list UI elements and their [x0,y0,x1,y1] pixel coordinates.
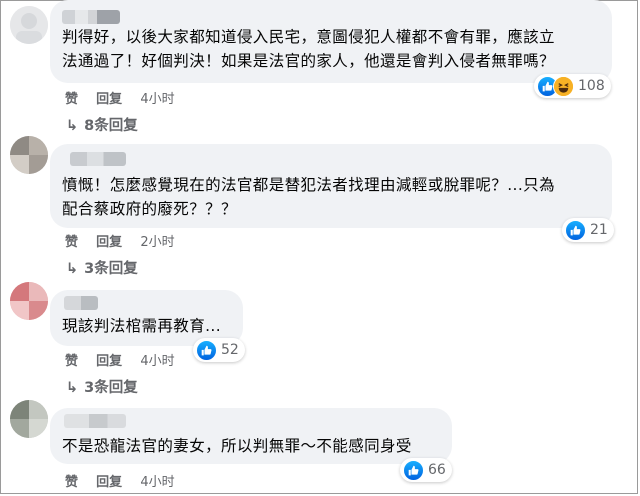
reaction-summary[interactable]: 52 [193,338,245,362]
reply-arrow-icon: ↳ [66,118,79,134]
comment-bubble: 不是恐龍法官的妻女，所以判無罪～不能感同身受 [50,408,452,464]
view-replies-link[interactable]: ↳ 8条回复 [66,114,138,135]
reaction-summary[interactable]: 21 [562,218,614,242]
like-icon [565,219,586,241]
reply-arrow-icon: ↳ [66,261,79,277]
blurred-avatar-image [10,282,48,320]
commenter-name-blurred[interactable] [64,296,98,310]
view-replies-link[interactable]: ↳ 3条回复 [66,376,138,397]
avatar[interactable] [10,136,48,174]
reply-button[interactable]: 回复 [96,354,122,369]
blurred-avatar-image [10,136,48,174]
haha-icon [553,75,574,97]
avatar[interactable] [10,6,48,44]
timestamp[interactable]: 4小时 [140,475,174,490]
comment-actions: 赞 回复 2小时 [65,231,175,250]
reaction-summary[interactable]: 108 [534,74,611,98]
reply-button[interactable]: 回复 [96,235,122,250]
replies-count-label: 8条回复 [84,118,138,134]
like-button[interactable]: 赞 [65,92,78,107]
comment-text-line: 判得好，以後大家都知道侵入民宅，意圖侵犯人權都不會有罪，應該立 [62,28,555,46]
reaction-count: 66 [428,462,446,478]
view-replies-link[interactable]: ↳ 3条回复 [66,257,138,278]
timestamp[interactable]: 4小时 [140,354,174,369]
avatar[interactable] [10,282,48,320]
comment-text-line: 憤慨！怎麼感覺現在的法官都是替犯法者找理由減輕或脫罪呢？...只為 [62,176,555,194]
reply-button[interactable]: 回复 [96,475,122,490]
reaction-count: 21 [590,222,608,238]
comment-text-line: 不是恐龍法官的妻女，所以判無罪～不能感同身受 [62,437,412,455]
reply-arrow-icon: ↳ [66,380,79,396]
like-button[interactable]: 赞 [65,354,78,369]
comment-bubble: 憤慨！怎麼感覺現在的法官都是替犯法者找理由減輕或脫罪呢？...只為 配合蔡政府的… [50,144,612,228]
like-button[interactable]: 赞 [65,235,78,250]
commenter-name-blurred[interactable] [70,152,126,166]
timestamp[interactable]: 2小时 [140,235,174,250]
reaction-count: 108 [578,78,605,94]
comment-text-line: 配合蔡政府的廢死？？？ [62,200,237,218]
reaction-summary[interactable]: 66 [400,458,452,482]
comment-bubble: 判得好，以後大家都知道侵入民宅，意圖侵犯人權都不會有罪，應該立 法通過了！好個判… [50,0,612,83]
like-icon [196,339,217,361]
reaction-count: 52 [221,342,239,358]
commenter-name-blurred[interactable] [64,414,126,428]
blurred-avatar-image [10,6,48,44]
comment-actions: 赞 回复 4小时 [65,88,175,107]
comment-text-line: 現該判法棺需再教育... [62,317,222,335]
avatar[interactable] [10,400,48,438]
like-button[interactable]: 赞 [65,475,78,490]
replies-count-label: 3条回复 [84,380,138,396]
commenter-name-blurred[interactable] [62,10,120,24]
blurred-avatar-image [10,400,48,438]
comment-text-line: 法通過了！好個判決！如果是法官的家人，他還是會判入侵者無罪嗎？ [62,52,555,70]
comment-actions: 赞 回复 4小时 [65,471,175,490]
replies-count-label: 3条回复 [84,261,138,277]
comment-actions: 赞 回复 4小时 [65,350,175,369]
reply-button[interactable]: 回复 [96,92,122,107]
timestamp[interactable]: 4小时 [140,92,174,107]
like-icon [403,459,424,481]
